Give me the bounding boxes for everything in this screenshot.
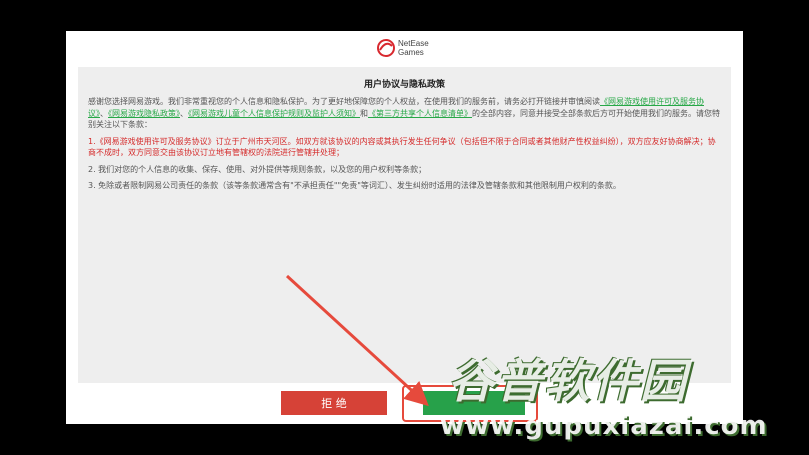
watermark-url: www.gupuxiazai.com xyxy=(440,411,768,441)
watermark: 谷普软件园 www.gupuxiazai.com xyxy=(440,345,809,455)
watermark-title: 谷普软件园 xyxy=(448,354,688,408)
screen: NetEase Games 用户协议与隐私政策 感谢您选择网易游戏。我们非常重视… xyxy=(0,0,809,455)
